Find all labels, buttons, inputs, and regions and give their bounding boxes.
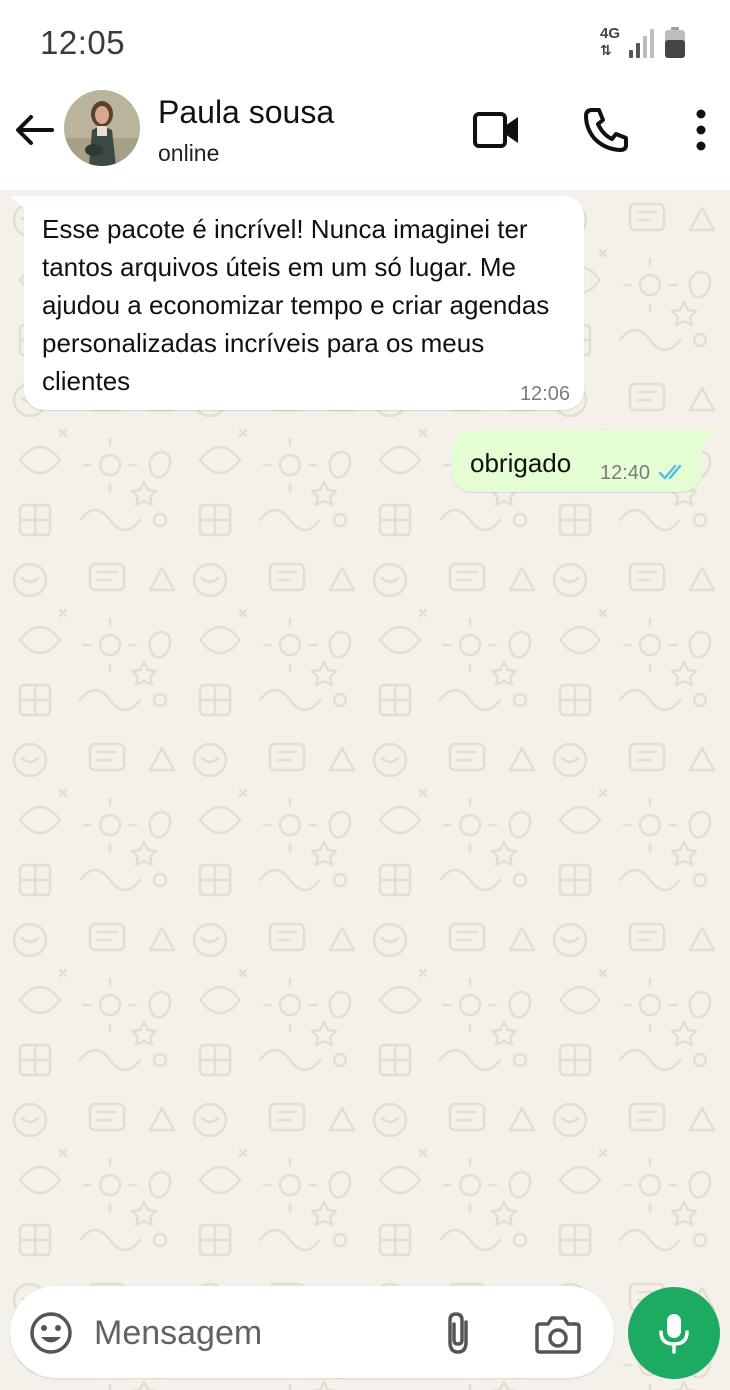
camera-icon[interactable] (534, 1312, 582, 1356)
incoming-message-bubble[interactable]: Esse pacote é incrível! Nunca imaginei t… (24, 196, 584, 410)
chat-header: Paula sousa online (0, 86, 730, 190)
attach-icon[interactable] (438, 1310, 480, 1356)
status-bar: 12:05 4G ⇅ (0, 0, 730, 86)
read-ticks-icon (658, 462, 688, 482)
message-time: 12:06 (519, 383, 570, 405)
message-composer (10, 1286, 614, 1378)
phone-icon[interactable] (578, 102, 634, 158)
status-time: 12:05 (40, 24, 126, 61)
more-vert-icon[interactable] (676, 102, 726, 158)
video-call-icon[interactable] (468, 102, 524, 158)
chat-area[interactable]: Esse pacote é incrível! Nunca imaginei t… (0, 190, 730, 1390)
voice-message-button[interactable] (628, 1287, 720, 1379)
battery-icon (665, 27, 685, 58)
signal-icon (629, 29, 654, 58)
network-type-label: 4G (600, 25, 621, 42)
contact-status: online (158, 140, 220, 166)
mic-icon (659, 1314, 689, 1354)
message-text: obrigado (470, 448, 572, 478)
emoji-icon[interactable] (28, 1310, 74, 1356)
outgoing-bubble-tail (700, 430, 718, 446)
status-icons: 4G ⇅ (594, 26, 694, 62)
message-input[interactable] (94, 1308, 414, 1358)
message-time: 12:40 (600, 462, 651, 484)
network-arrows-icon: ⇅ (600, 42, 612, 58)
contact-name[interactable]: Paula sousa (158, 94, 334, 131)
avatar[interactable] (64, 90, 140, 166)
message-text: Esse pacote é incrível! Nunca imaginei t… (42, 214, 550, 396)
outgoing-message-bubble[interactable]: obrigado 12:40 (452, 430, 702, 492)
back-arrow-icon[interactable] (12, 108, 56, 152)
avatar-photo (64, 90, 140, 166)
